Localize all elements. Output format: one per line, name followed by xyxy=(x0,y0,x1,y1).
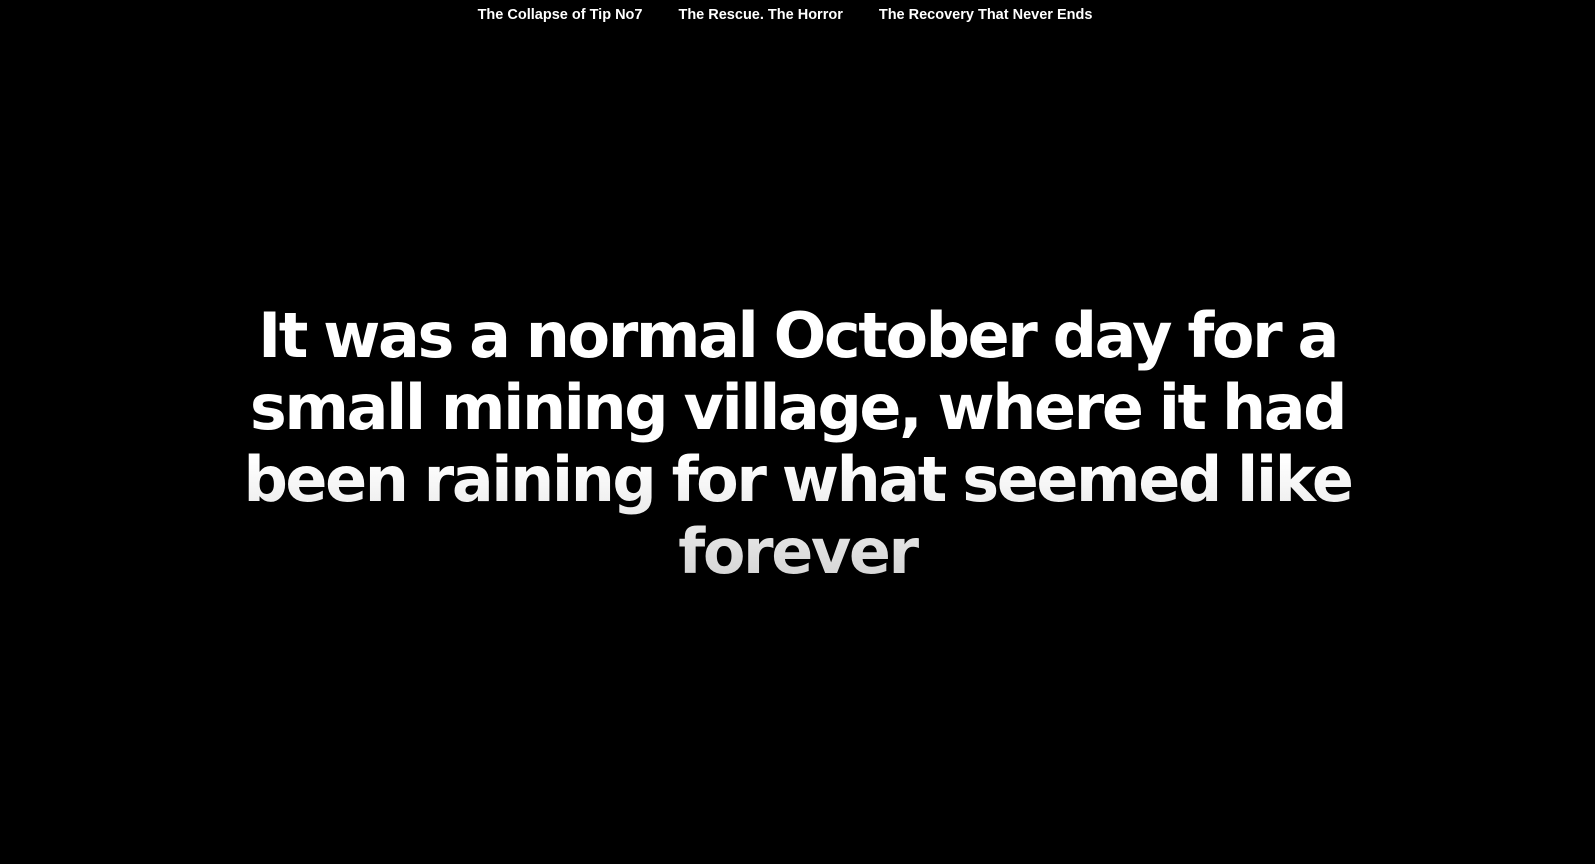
hero-headline: It was a normal October day for a small … xyxy=(238,300,1358,588)
nav-list: The Collapse of Tip No7 The Rescue. The … xyxy=(478,7,1093,23)
nav-link-recovery[interactable]: The Recovery That Never Ends xyxy=(879,7,1093,23)
nav-link-collapse[interactable]: The Collapse of Tip No7 xyxy=(478,7,643,23)
nav-link-rescue[interactable]: The Rescue. The Horror xyxy=(678,7,842,23)
top-navigation: The Collapse of Tip No7 The Rescue. The … xyxy=(0,0,1595,30)
hero-section: It was a normal October day for a small … xyxy=(0,300,1595,588)
page: The Collapse of Tip No7 The Rescue. The … xyxy=(0,0,1595,864)
